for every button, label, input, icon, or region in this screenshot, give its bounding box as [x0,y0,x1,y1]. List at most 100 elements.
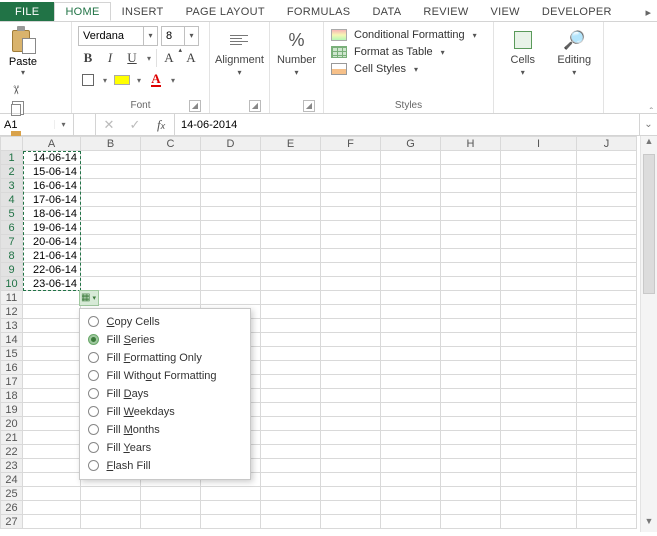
cell-J14[interactable] [577,333,637,347]
cell-I12[interactable] [501,305,577,319]
row-header-4[interactable]: 4 [1,193,23,207]
cell-H13[interactable] [441,319,501,333]
cell-D11[interactable] [201,291,261,305]
cell-I24[interactable] [501,473,577,487]
cell-H5[interactable] [441,207,501,221]
row-header-21[interactable]: 21 [1,431,23,445]
row-header-23[interactable]: 23 [1,459,23,473]
cell-I5[interactable] [501,207,577,221]
cell-F25[interactable] [321,487,381,501]
tab-file[interactable]: FILE [0,2,54,21]
cell-I20[interactable] [501,417,577,431]
cell-E17[interactable] [261,375,321,389]
cell-B7[interactable] [81,235,141,249]
cell-I25[interactable] [501,487,577,501]
number-dialog-launcher[interactable]: ◢ [303,100,315,112]
cell-J7[interactable] [577,235,637,249]
cell-F23[interactable] [321,459,381,473]
cell-J21[interactable] [577,431,637,445]
tab-insert[interactable]: INSERT [111,2,175,21]
col-header-A[interactable]: A [23,137,81,151]
cell-J18[interactable] [577,389,637,403]
cell-I11[interactable] [501,291,577,305]
cell-F7[interactable] [321,235,381,249]
cell-J13[interactable] [577,319,637,333]
cell-I17[interactable] [501,375,577,389]
cell-E24[interactable] [261,473,321,487]
row-header-13[interactable]: 13 [1,319,23,333]
cell-J6[interactable] [577,221,637,235]
cut-button[interactable]: ✂ [6,81,26,99]
conditional-formatting-button[interactable]: Conditional Formatting ▾ [330,28,487,42]
row-header-27[interactable]: 27 [1,515,23,529]
col-header-G[interactable]: G [381,137,441,151]
cell-A22[interactable] [23,445,81,459]
cell-H25[interactable] [441,487,501,501]
cell-H16[interactable] [441,361,501,375]
cell-E8[interactable] [261,249,321,263]
cell-G13[interactable] [381,319,441,333]
cell-C11[interactable] [141,291,201,305]
cell-J19[interactable] [577,403,637,417]
cell-D5[interactable] [201,207,261,221]
cell-G22[interactable] [381,445,441,459]
cell-H23[interactable] [441,459,501,473]
grid[interactable]: ABCDEFGHIJ114-06-14215-06-14316-06-14417… [0,136,640,532]
scroll-down-button[interactable]: ▼ [641,516,657,532]
cell-I3[interactable] [501,179,577,193]
format-as-table-dropdown[interactable]: ▾ [441,48,445,57]
cell-B9[interactable] [81,263,141,277]
cell-G18[interactable] [381,389,441,403]
cell-I7[interactable] [501,235,577,249]
cell-D2[interactable] [201,165,261,179]
cell-H4[interactable] [441,193,501,207]
cell-J8[interactable] [577,249,637,263]
row-header-18[interactable]: 18 [1,389,23,403]
col-header-D[interactable]: D [201,137,261,151]
cell-E27[interactable] [261,515,321,529]
tabstrip-scroll-right[interactable]: ▸ [639,4,657,21]
cell-H24[interactable] [441,473,501,487]
cell-E25[interactable] [261,487,321,501]
editing-button[interactable]: 🔎 Editing ▾ [552,26,598,77]
cell-F12[interactable] [321,305,381,319]
cell-G23[interactable] [381,459,441,473]
collapse-ribbon-button[interactable]: ˆ [650,107,653,118]
cell-C25[interactable] [141,487,201,501]
cell-G8[interactable] [381,249,441,263]
cell-H11[interactable] [441,291,501,305]
cell-B2[interactable] [81,165,141,179]
cell-G25[interactable] [381,487,441,501]
autofill-option-flash_fill[interactable]: Flash Fill [80,457,250,475]
cell-H26[interactable] [441,501,501,515]
cell-F15[interactable] [321,347,381,361]
font-name-combo[interactable]: ▾ [78,26,158,46]
cell-F22[interactable] [321,445,381,459]
cell-F18[interactable] [321,389,381,403]
cell-B8[interactable] [81,249,141,263]
cell-F24[interactable] [321,473,381,487]
cell-A16[interactable] [23,361,81,375]
tab-view[interactable]: VIEW [480,2,531,21]
cell-J20[interactable] [577,417,637,431]
vertical-scrollbar[interactable]: ▲ ▼ [640,136,657,532]
cell-A13[interactable] [23,319,81,333]
cell-I10[interactable] [501,277,577,291]
cell-F1[interactable] [321,151,381,165]
cell-styles-button[interactable]: Cell Styles ▾ [330,62,487,76]
cell-E3[interactable] [261,179,321,193]
col-header-H[interactable]: H [441,137,501,151]
cell-A24[interactable] [23,473,81,487]
cell-E7[interactable] [261,235,321,249]
row-header-2[interactable]: 2 [1,165,23,179]
cell-A15[interactable] [23,347,81,361]
number-button[interactable]: % Number ▾ [272,26,322,77]
cell-G20[interactable] [381,417,441,431]
cell-F10[interactable] [321,277,381,291]
cell-H2[interactable] [441,165,501,179]
cell-F6[interactable] [321,221,381,235]
format-as-table-button[interactable]: Format as Table ▾ [330,45,487,59]
cell-I14[interactable] [501,333,577,347]
cell-H14[interactable] [441,333,501,347]
cell-E12[interactable] [261,305,321,319]
